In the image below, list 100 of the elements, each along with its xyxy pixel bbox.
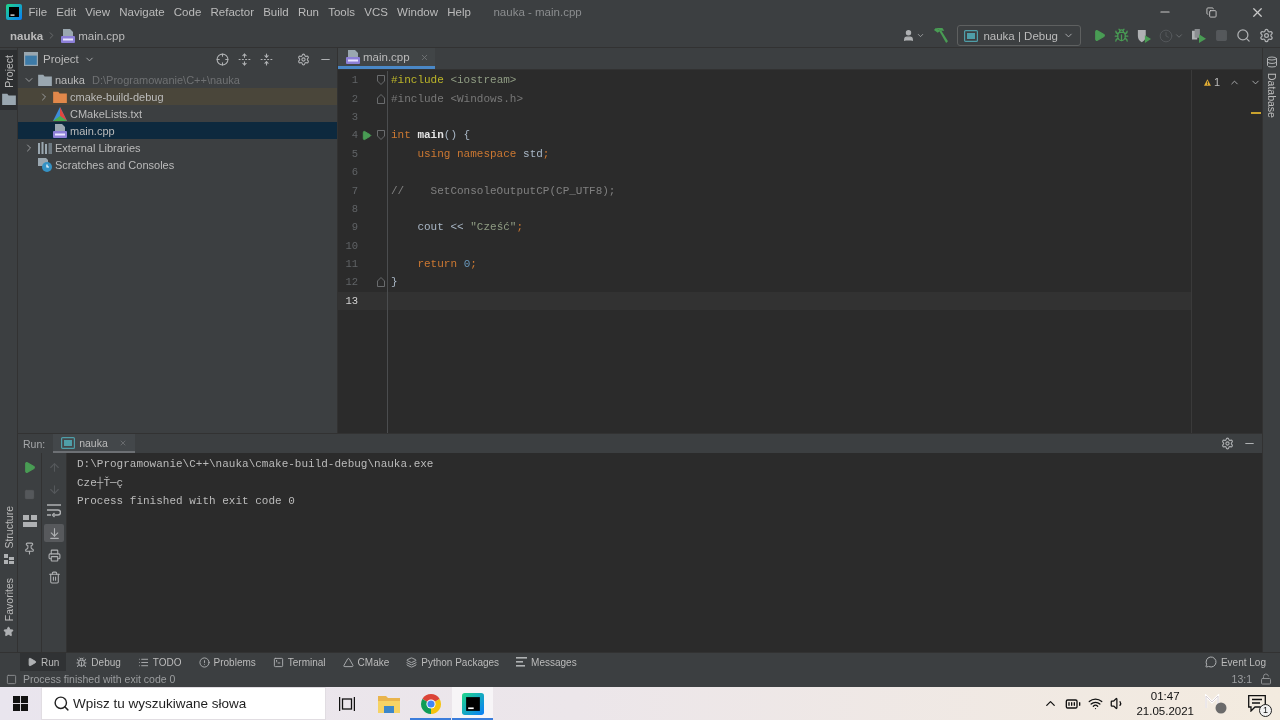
panel-window-icon xyxy=(24,52,38,66)
source-file-icon xyxy=(346,50,360,64)
settings-icon[interactable] xyxy=(1221,437,1234,450)
side-tab[interactable]: Favorites xyxy=(0,572,17,642)
list-icon xyxy=(137,656,149,668)
terminal-icon xyxy=(272,656,284,668)
window-title: nauka - main.cpp xyxy=(493,6,582,18)
run-configuration-dropdown[interactable]: nauka | Debug xyxy=(957,25,1081,46)
expand-all-icon[interactable] xyxy=(238,52,251,66)
fold-marker-icon[interactable] xyxy=(376,277,385,288)
locate-icon[interactable] xyxy=(216,52,229,66)
layers-icon xyxy=(406,656,418,668)
menu-item[interactable]: Code xyxy=(169,2,206,22)
stop-icon xyxy=(1214,29,1228,42)
menu-item[interactable]: View xyxy=(80,2,115,22)
side-tab[interactable]: Structure xyxy=(0,501,17,569)
tree-item[interactable]: main.cpp xyxy=(18,122,337,139)
menu-item[interactable]: VCS xyxy=(359,2,393,22)
play-icon xyxy=(1092,29,1106,42)
menu-item[interactable]: Edit xyxy=(51,2,81,22)
tree-item[interactable]: External Libraries xyxy=(18,139,337,156)
tool-window-button[interactable]: Problems xyxy=(191,653,263,671)
settings-icon[interactable] xyxy=(297,52,310,66)
arrow-down-icon xyxy=(47,482,61,496)
fold-marker-icon[interactable] xyxy=(376,75,385,86)
menu-item[interactable]: Refactor xyxy=(205,2,259,22)
round-browser-icon xyxy=(420,693,441,714)
tool-window-button[interactable]: Run xyxy=(20,653,67,671)
pin-icon xyxy=(23,541,36,555)
breadcrumb[interactable]: nauka xyxy=(10,29,44,42)
code-line: } xyxy=(391,276,398,289)
wifi-icon[interactable] xyxy=(1088,696,1104,711)
menu-item[interactable]: Window xyxy=(392,2,443,22)
menu-item[interactable]: Run xyxy=(293,2,324,22)
tool-window-button[interactable]: Terminal xyxy=(265,653,333,671)
scroll-to-end-button[interactable] xyxy=(44,524,64,542)
view-selector[interactable]: Project xyxy=(24,52,95,66)
play-icon xyxy=(23,460,36,474)
fold-marker-icon[interactable] xyxy=(376,93,385,104)
notification-icon xyxy=(1248,695,1266,712)
lock-icon[interactable] xyxy=(1260,673,1272,685)
cursor-position[interactable]: 13:1 xyxy=(1231,673,1252,685)
tool-window-button[interactable]: CMake xyxy=(335,653,397,671)
folder-icon xyxy=(377,694,400,713)
tool-window-button[interactable]: Messages xyxy=(509,653,584,671)
taskbar-app[interactable] xyxy=(452,687,493,720)
run-tab[interactable]: nauka xyxy=(53,434,135,453)
soft-wrap-button[interactable] xyxy=(44,502,64,520)
tool-window-button[interactable]: Python Packages xyxy=(399,653,507,671)
close-icon[interactable] xyxy=(118,438,127,447)
tool-window-button[interactable]: TODO xyxy=(130,653,189,671)
search-icon xyxy=(1236,28,1251,43)
tree-item[interactable]: CMakeLists.txt xyxy=(18,105,337,122)
menu-item[interactable]: Help xyxy=(442,2,476,22)
tree-item[interactable]: cmake-build-debug xyxy=(18,88,337,105)
code-line: using namespace std; xyxy=(417,147,550,160)
settings-icon xyxy=(1259,28,1274,43)
console-output[interactable]: D:\Programowanie\C++\nauka\cmake-build-debug\nauka.exe Cze┼Ť─ç Process finished with exit code 0 xyxy=(67,453,1262,652)
run-panel-title: Run: xyxy=(23,437,46,450)
tool-window-button[interactable]: Debug xyxy=(69,653,128,671)
close-icon[interactable] xyxy=(419,52,429,62)
colored-triangle-icon xyxy=(53,106,67,121)
side-tab[interactable]: Project xyxy=(0,50,17,110)
tree-item[interactable]: Scratches and Consoles xyxy=(18,156,337,173)
side-tab[interactable]: Database xyxy=(1263,51,1280,123)
arrow-to-line-icon xyxy=(47,526,61,540)
lines-icon xyxy=(516,657,528,667)
code-line: #include <iostream> xyxy=(391,74,517,87)
caret-icon xyxy=(916,31,926,40)
window-icon xyxy=(964,28,979,43)
line-number: 7 xyxy=(351,184,358,197)
clock-icon xyxy=(1159,28,1173,43)
menu-item[interactable]: Tools xyxy=(323,2,360,22)
menu-item[interactable]: Navigate xyxy=(114,2,170,22)
restore-icon xyxy=(1205,6,1217,18)
clock-date[interactable]: 21.05.2021 xyxy=(1136,703,1194,719)
run-gutter-icon[interactable] xyxy=(360,129,372,141)
code-line: // SetConsoleOutputCP(CP_UTF8); xyxy=(391,184,616,197)
console-line: D:\Programowanie\C++\nauka\cmake-build-debug\nauka.exe xyxy=(77,457,434,472)
tool-window-button[interactable]: Event Log xyxy=(1197,653,1273,671)
menu-item[interactable]: File xyxy=(24,2,52,22)
menu-item[interactable]: Build xyxy=(258,2,294,22)
collapse-all-icon[interactable] xyxy=(260,52,273,66)
warning-count[interactable]: 1 xyxy=(1213,76,1220,88)
breadcrumb[interactable]: main.cpp xyxy=(61,28,125,43)
console-line: Cze┼Ť─ç xyxy=(77,475,124,491)
folder-icon xyxy=(1,92,16,105)
library-bars-icon xyxy=(38,140,52,155)
clock-time[interactable]: 01:47 xyxy=(1150,688,1180,704)
tray-app-icon xyxy=(1205,693,1227,714)
code-line: return 0; xyxy=(417,258,477,271)
editor-tab[interactable]: main.cpp xyxy=(338,48,435,69)
code-line: int main() { xyxy=(391,129,471,142)
panel-toggle-icon[interactable] xyxy=(6,673,17,685)
document-play-icon xyxy=(1192,28,1206,43)
window-icon xyxy=(61,435,76,450)
fold-marker-icon[interactable] xyxy=(376,130,385,141)
layout-icon xyxy=(22,514,37,528)
search-field[interactable]: Wpisz tu wyszukiwane słowa xyxy=(41,687,326,720)
database-icon xyxy=(1265,56,1278,68)
